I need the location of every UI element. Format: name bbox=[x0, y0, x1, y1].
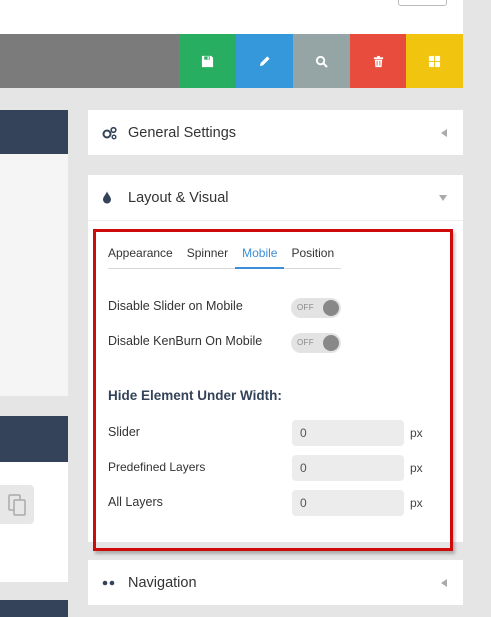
collapse-arrow-icon[interactable] bbox=[441, 578, 447, 587]
hide-element-title: Hide Element Under Width: bbox=[108, 388, 282, 403]
unit-label: px bbox=[410, 426, 423, 440]
disable-slider-label: Disable Slider on Mobile bbox=[108, 299, 243, 313]
expand-arrow-icon[interactable] bbox=[439, 194, 447, 201]
toggle-knob bbox=[323, 335, 339, 351]
preview-button[interactable] bbox=[293, 34, 350, 88]
edit-button[interactable] bbox=[236, 34, 293, 88]
layouts-button[interactable] bbox=[406, 34, 463, 88]
layout-visual-header[interactable]: Layout & Visual bbox=[88, 175, 463, 221]
slider-width-input[interactable] bbox=[292, 420, 404, 446]
top-button[interactable] bbox=[398, 0, 447, 6]
disable-slider-toggle[interactable]: OFF bbox=[291, 298, 341, 318]
save-button[interactable] bbox=[179, 34, 236, 88]
save-icon bbox=[201, 55, 214, 67]
slider-width-label: Slider bbox=[108, 425, 140, 439]
trash-icon bbox=[373, 55, 384, 67]
left-panel-text-fragment: : bbox=[0, 194, 1, 210]
unit-label: px bbox=[410, 461, 423, 475]
tab-position[interactable]: Position bbox=[284, 244, 342, 269]
slider-toolbar bbox=[0, 34, 463, 88]
disable-kenburn-label: Disable KenBurn On Mobile bbox=[108, 334, 263, 348]
predefined-layers-input[interactable] bbox=[292, 455, 404, 481]
layout-tabs: Appearance Spinner Mobile Position bbox=[108, 244, 342, 269]
panel-title: Layout & Visual bbox=[128, 189, 229, 206]
search-icon bbox=[315, 55, 328, 68]
all-layers-input[interactable] bbox=[292, 490, 404, 516]
toggle-knob bbox=[323, 300, 339, 316]
copy-button[interactable] bbox=[0, 485, 34, 524]
pencil-icon bbox=[259, 55, 270, 66]
panel-title: General Settings bbox=[128, 124, 237, 141]
grid-icon bbox=[428, 55, 441, 67]
left-panel-header-2 bbox=[0, 416, 68, 462]
left-panel-body: : bbox=[0, 154, 68, 396]
unit-label: px bbox=[410, 496, 423, 510]
tab-mobile[interactable]: Mobile bbox=[235, 244, 285, 269]
gears-icon bbox=[102, 126, 128, 140]
dots-icon bbox=[102, 580, 128, 586]
left-panel-header-3 bbox=[0, 600, 68, 617]
tab-spinner[interactable]: Spinner bbox=[179, 244, 236, 269]
droplet-icon bbox=[102, 191, 128, 204]
general-settings-panel[interactable]: General Settings bbox=[88, 110, 463, 155]
panel-title: Navigation bbox=[128, 574, 197, 591]
toggle-state: OFF bbox=[297, 338, 314, 347]
collapse-arrow-icon[interactable] bbox=[441, 128, 447, 137]
navigation-panel[interactable]: Navigation bbox=[88, 560, 463, 605]
all-layers-label: All Layers bbox=[108, 495, 163, 509]
toggle-state: OFF bbox=[297, 303, 314, 312]
tab-appearance[interactable]: Appearance bbox=[108, 244, 180, 269]
predefined-layers-label: Predefined Layers bbox=[108, 460, 206, 474]
top-card bbox=[0, 0, 463, 34]
left-panel-header bbox=[0, 110, 68, 154]
copy-icon bbox=[8, 493, 26, 516]
delete-button[interactable] bbox=[350, 34, 407, 88]
disable-kenburn-toggle[interactable]: OFF bbox=[291, 333, 341, 353]
